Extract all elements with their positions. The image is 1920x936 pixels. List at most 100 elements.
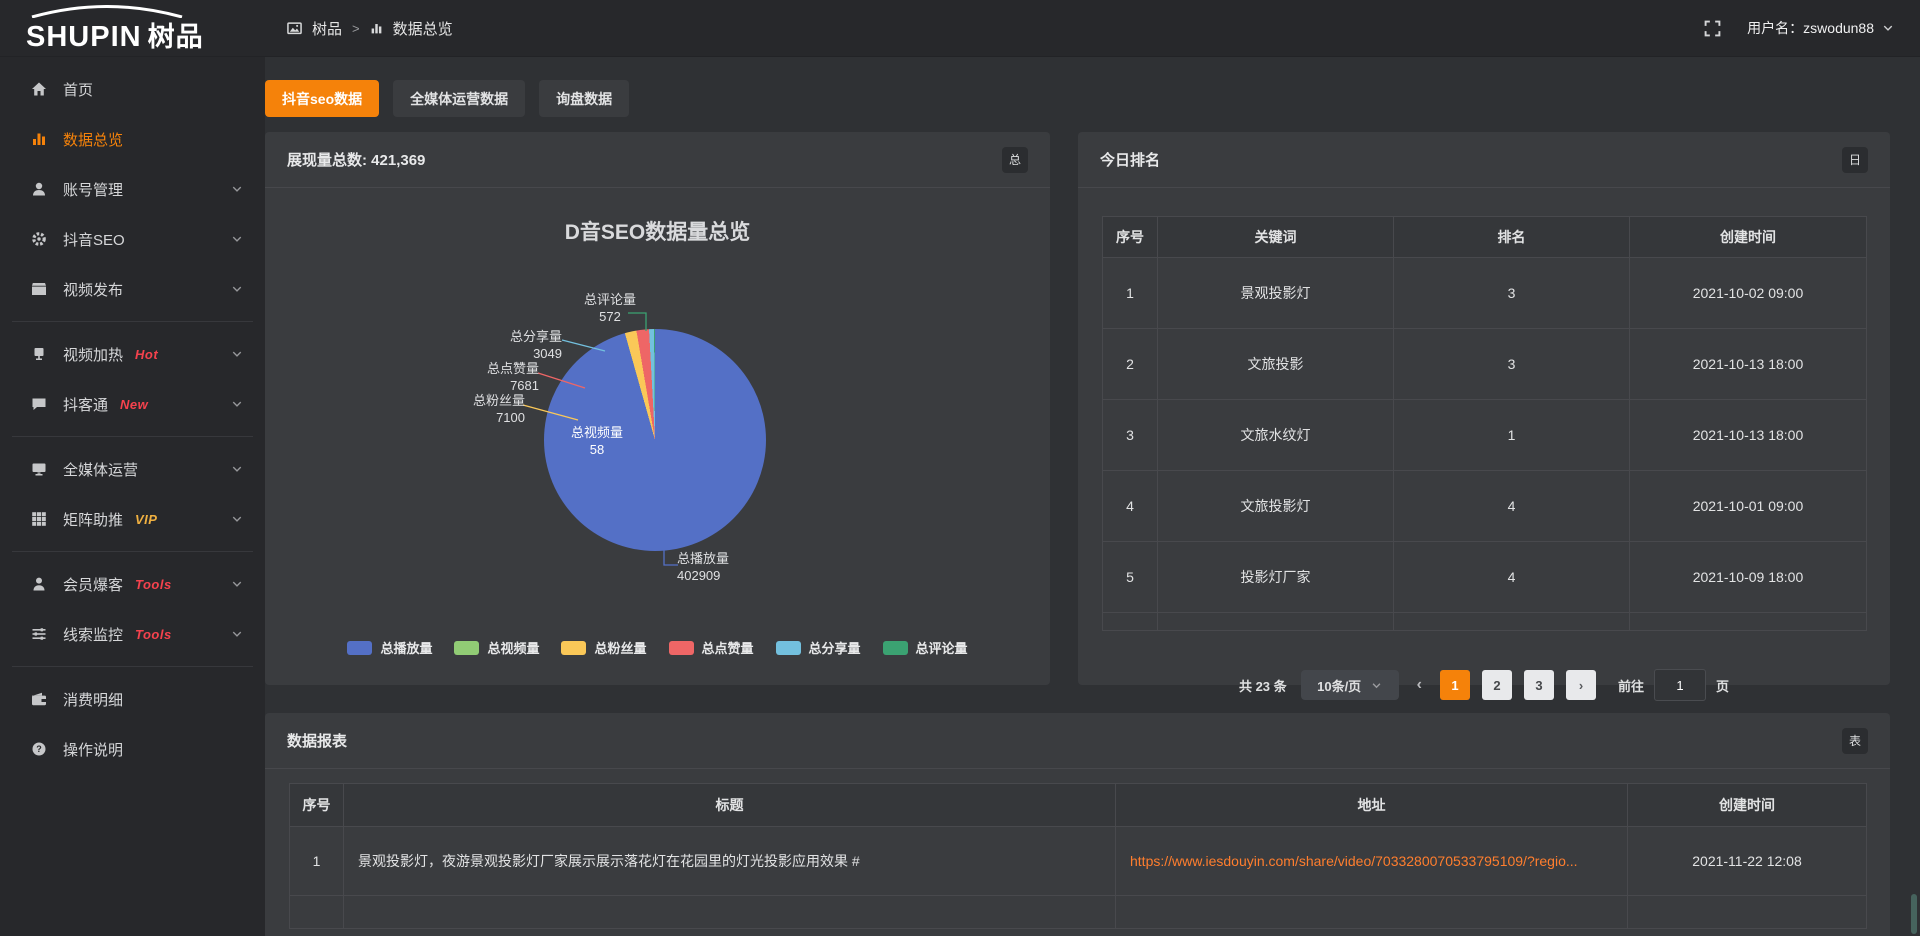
legend-swatch (669, 641, 694, 655)
tab-douyin-seo-data[interactable]: 抖音seo数据 (265, 80, 379, 117)
pie-label-videos: 总视频量58 (547, 424, 647, 458)
tools-badge: Tools (135, 627, 172, 642)
total-badge-button[interactable]: 总 (1002, 147, 1028, 173)
sidebar-item-label: 线索监控 (63, 624, 123, 645)
user-menu[interactable]: 用户名：zswodun88 (1747, 18, 1894, 38)
breadcrumb-root[interactable]: 树品 (312, 18, 342, 39)
video-link[interactable]: https://www.iesdouyin.com/share/video/70… (1130, 853, 1578, 869)
cell-keyword: 文旅投影 (1158, 329, 1394, 400)
cell-rank: 1 (1394, 400, 1630, 471)
prev-page-button[interactable]: ‹ (1411, 676, 1428, 694)
report-column-header: 地址 (1116, 784, 1628, 827)
sidebar-item-video-publish[interactable]: 视频发布 (0, 264, 265, 314)
goto-page-input[interactable] (1654, 669, 1706, 701)
chevron-down-icon (231, 578, 243, 590)
impressions-total: 展现量总数: 421,369 (287, 149, 425, 170)
pie-chart-area: D音SEO数据量总览 总评论量572 总分享量3049 总点赞量7681 (265, 188, 1050, 686)
ranking-panel: 今日排名 日 序号关键词排名创建时间 1 景观投影灯 3 (1078, 132, 1890, 685)
user-icon (30, 181, 48, 197)
report-column-header: 序号 (290, 784, 344, 827)
ranking-row: 5 投影灯厂家 4 2021-10-09 18:00 (1103, 542, 1867, 613)
cell-created: 2021-10-13 18:00 (1630, 400, 1867, 471)
chevron-down-icon (231, 513, 243, 525)
sidebar-item-label: 会员爆客 (63, 574, 123, 595)
sidebar-item-doketong[interactable]: 抖客通 New (0, 379, 265, 429)
cell-created: 2021-10-01 09:00 (1630, 471, 1867, 542)
ranking-row: 2 文旅投影 3 2021-10-13 18:00 (1103, 329, 1867, 400)
fullscreen-icon[interactable] (1704, 20, 1721, 37)
legend-item[interactable]: 总评论量 (883, 638, 968, 657)
legend-item[interactable]: 总粉丝量 (561, 638, 646, 657)
tab-inquiry-data[interactable]: 询盘数据 (539, 80, 629, 117)
sidebar-item-help[interactable]: ? 操作说明 (0, 724, 265, 774)
page-button-3[interactable]: 3 (1524, 670, 1554, 700)
sidebar-item-data-overview[interactable]: 数据总览 (0, 114, 265, 164)
breadcrumb-current[interactable]: 数据总览 (393, 18, 453, 39)
impressions-panel: 展现量总数: 421,369 总 D音SEO数据量总览 总评论量572 总分 (265, 132, 1050, 685)
chat-icon (30, 396, 48, 412)
cell-keyword: 文旅投影灯 (1158, 471, 1394, 542)
legend-item[interactable]: 总视频量 (454, 638, 539, 657)
report-column-header: 标题 (344, 784, 1116, 827)
chart-legend: 总播放量 总视频量 总粉丝量 (265, 638, 1050, 657)
sidebar-item-video-heat[interactable]: 视频加热 Hot (0, 329, 265, 379)
page-size-select[interactable]: 10条/页 (1301, 670, 1399, 700)
home-icon (30, 81, 48, 97)
legend-swatch (347, 641, 372, 655)
username-label: 用户名：zswodun88 (1747, 18, 1874, 38)
cell-seq: 5 (1103, 542, 1158, 613)
member-icon (30, 576, 48, 592)
table-badge-button[interactable]: 表 (1842, 728, 1868, 754)
sidebar-item-member-burst[interactable]: 会员爆客 Tools (0, 559, 265, 609)
sidebar-item-account[interactable]: 账号管理 (0, 164, 265, 214)
breadcrumb-separator: > (352, 21, 360, 36)
chart-icon (370, 22, 383, 35)
cell-rank: 3 (1394, 329, 1630, 400)
cell-created: 2021-10-13 18:00 (1630, 329, 1867, 400)
sidebar-item-omni-media[interactable]: 全媒体运营 (0, 444, 265, 494)
page-button-1[interactable]: 1 (1440, 670, 1470, 700)
legend-item[interactable]: 总分享量 (776, 638, 861, 657)
ranking-row: 3 文旅水纹灯 1 2021-10-13 18:00 (1103, 400, 1867, 471)
sidebar-item-matrix-boost[interactable]: 矩阵助推 VIP (0, 494, 265, 544)
sidebar-item-home[interactable]: 首页 (0, 64, 265, 114)
day-badge-button[interactable]: 日 (1842, 147, 1868, 173)
sidebar-item-douyin-seo[interactable]: 抖音SEO (0, 214, 265, 264)
chevron-down-icon (231, 348, 243, 360)
page-size-value: 10条/页 (1317, 676, 1361, 695)
sidebar-item-label: 账号管理 (63, 179, 123, 200)
cell-seq: 1 (1103, 258, 1158, 329)
report-row: 1 景观投影灯，夜游景观投影灯厂家展示展示落花灯在花园里的灯光投影应用效果 # … (290, 827, 1867, 896)
legend-swatch (776, 641, 801, 655)
ranking-column-header: 创建时间 (1630, 217, 1867, 258)
cell-keyword: 文旅水纹灯 (1158, 400, 1394, 471)
report-table: 序号标题地址创建时间 1 景观投影灯，夜游景观投影灯厂家展示展示落花灯在花园里的… (289, 783, 1867, 929)
logo-en: SHUPIN (26, 21, 142, 53)
sidebar-item-label: 首页 (63, 79, 93, 100)
app-window: SHUPIN树品 树品 > 数据总览 用户名：zswodun88 (0, 0, 1920, 936)
wallet-icon (30, 691, 48, 707)
chart-title: D音SEO数据量总览 (265, 216, 1050, 246)
sidebar: 首页 数据总览 账号管理 抖音SEO 视频发布 视频加热 (0, 56, 265, 936)
report-column-header: 创建时间 (1628, 784, 1867, 827)
tab-omni-media-data[interactable]: 全媒体运营数据 (393, 80, 525, 117)
topbar-right: 用户名：zswodun88 (1704, 0, 1894, 56)
pie-label-comments: 总评论量572 (560, 291, 660, 325)
next-page-button[interactable]: › (1566, 670, 1596, 700)
sidebar-item-label: 视频发布 (63, 279, 123, 300)
ranking-header-row: 序号关键词排名创建时间 (1103, 217, 1867, 258)
sidebar-item-lead-monitor[interactable]: 线索监控 Tools (0, 609, 265, 659)
main-content: 抖音seo数据 全媒体运营数据 询盘数据 展现量总数: 421,369 总 D音… (265, 56, 1920, 936)
logo[interactable]: SHUPIN树品 (26, 3, 265, 53)
pie-label-plays: 总播放量402909 (677, 550, 797, 584)
sidebar-item-label: 消费明细 (63, 689, 123, 710)
legend-item[interactable]: 总播放量 (347, 638, 432, 657)
sidebar-item-spend-detail[interactable]: 消费明细 (0, 674, 265, 724)
scrollbar-thumb[interactable] (1911, 894, 1917, 934)
legend-item[interactable]: 总点赞量 (669, 638, 754, 657)
page-button-2[interactable]: 2 (1482, 670, 1512, 700)
grid-icon (30, 511, 48, 527)
pagination-total: 共 23 条 (1239, 676, 1287, 695)
report-panel: 数据报表 表 序号标题地址创建时间 1 景观投影灯，夜游景观投影灯厂家展示展示落… (265, 713, 1890, 936)
chevron-down-icon (231, 233, 243, 245)
